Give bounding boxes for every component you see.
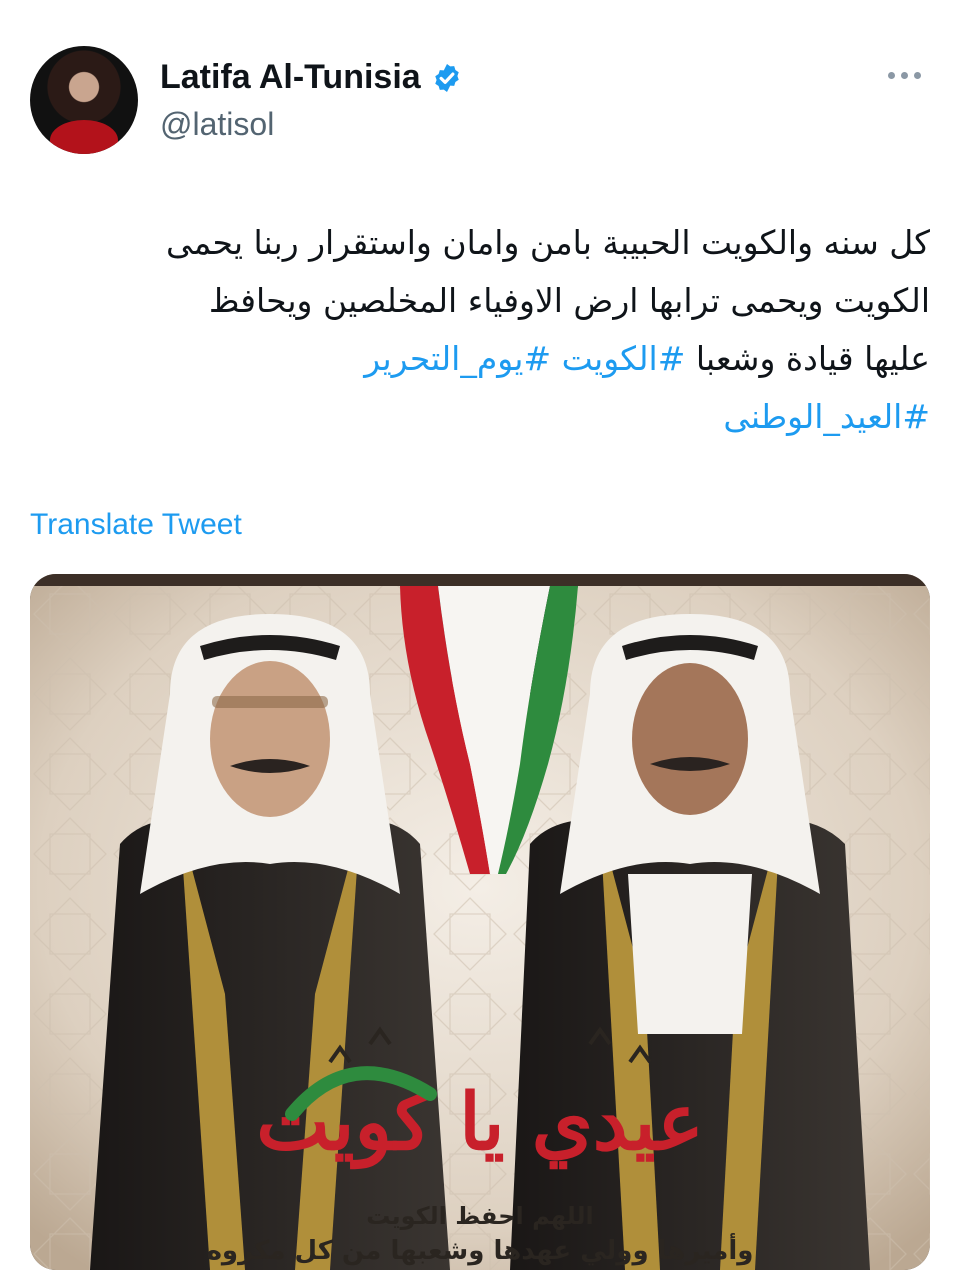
translate-tweet-link[interactable]: Translate Tweet <box>30 508 242 542</box>
avatar[interactable] <box>30 46 138 154</box>
author-name[interactable]: Latifa Al-Tunisia <box>160 58 421 97</box>
author-row: Latifa Al-Tunisia <box>160 58 463 97</box>
tweet-text: كل سنه والكويت الحبيبة بامن وامان واستقر… <box>30 214 930 446</box>
hashtag-link[interactable]: #يوم_التحرير <box>364 339 551 378</box>
tweet-line-text: عليها قيادة وشعبا <box>695 339 930 378</box>
tweet-line: كل سنه والكويت الحبيبة بامن وامان واستقر… <box>165 223 930 262</box>
tweet-media-image[interactable]: عيدي يا كويت اللهم احفظ الكويت وأميرها و… <box>30 574 930 1270</box>
more-options-icon[interactable] <box>888 72 921 79</box>
poster-caption-line2: وأميرها وولي عهدها وشعبها من كل مكروه <box>206 1236 754 1266</box>
author-handle[interactable]: @latisol <box>160 106 274 143</box>
tweet-line: #العيد_الوطنى <box>30 388 930 446</box>
hashtag-link[interactable]: #الكويت <box>562 339 686 378</box>
tweet-line: عليها قيادة وشعبا #الكويت #يوم_التحرير <box>30 330 930 388</box>
hashtag-link[interactable]: #العيد_الوطنى <box>723 397 930 436</box>
avatar-dress <box>50 120 118 154</box>
poster-caption-line1: اللهم احفظ الكويت <box>366 1202 594 1230</box>
verified-badge-icon <box>434 63 459 92</box>
tweet-line: الكويت ويحمى ترابها ارض الاوفياء المخلصي… <box>208 281 930 320</box>
national-day-poster: عيدي يا كويت <box>30 574 930 1270</box>
